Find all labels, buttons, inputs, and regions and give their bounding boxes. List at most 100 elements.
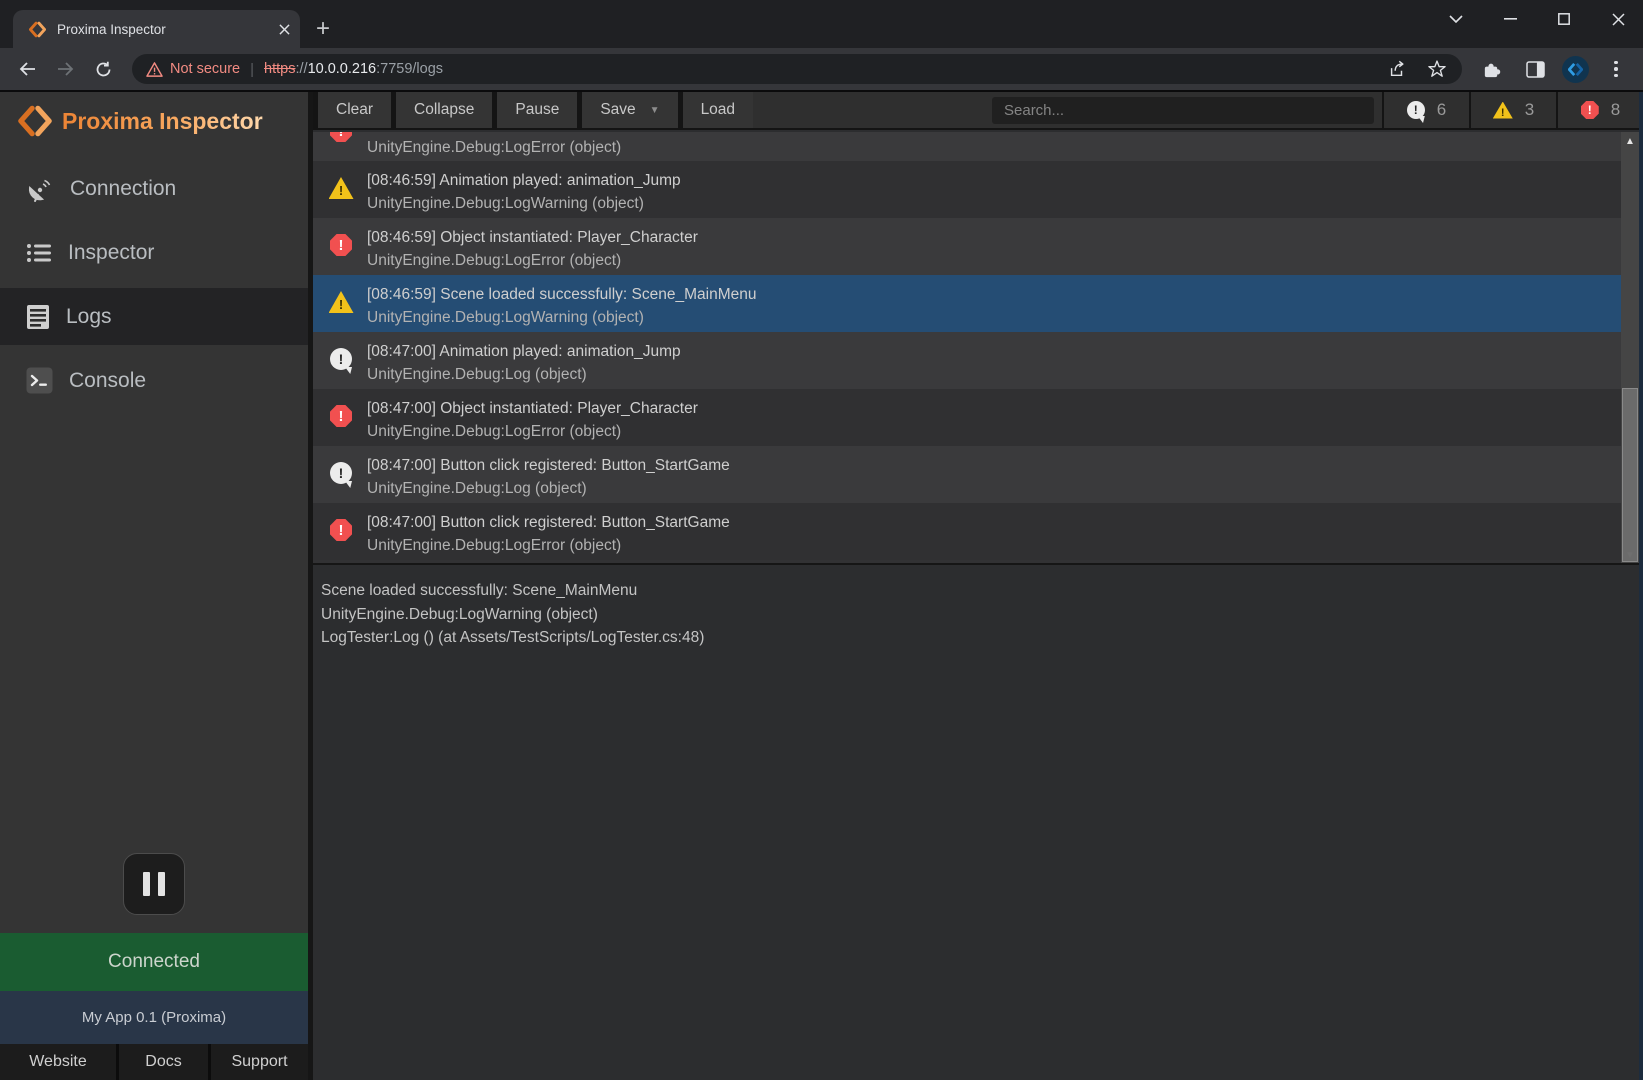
browser-tab[interactable]: Proxima Inspector xyxy=(13,10,300,48)
error-icon: ! xyxy=(1581,101,1599,119)
collapse-button[interactable]: Collapse xyxy=(396,92,492,128)
info-icon: ! xyxy=(1407,101,1425,119)
app-info-bar: My App 0.1 (Proxima) xyxy=(0,991,308,1044)
search-input[interactable] xyxy=(992,97,1374,124)
warning-icon: ! xyxy=(329,291,354,313)
tab-title: Proxima Inspector xyxy=(57,22,279,37)
logs-toolbar: Clear Collapse Pause Save▼ Load ! 6 ! 3 … xyxy=(313,92,1643,130)
toolbar-spacer xyxy=(753,92,992,128)
document-lines-icon xyxy=(26,304,50,330)
log-row[interactable]: ! UnityEngine.Debug:LogError (object) xyxy=(313,132,1643,161)
profile-avatar[interactable] xyxy=(1562,56,1589,83)
toolbar-button-group: Clear Collapse Pause Save▼ Load xyxy=(313,92,753,128)
reload-button[interactable] xyxy=(86,52,120,86)
url-field[interactable]: Not secure | https://10.0.0.216:7759/log… xyxy=(132,54,1462,84)
warning-icon: ! xyxy=(329,177,354,199)
error-count-badge[interactable]: ! 8 xyxy=(1556,92,1643,128)
detail-message: Scene loaded successfully: Scene_MainMen… xyxy=(321,579,1643,603)
log-count-badges: ! 6 ! 3 ! 8 xyxy=(1382,92,1643,128)
sidebar-item-logs[interactable]: Logs xyxy=(0,288,308,345)
sidebar-item-connection[interactable]: Connection xyxy=(0,160,308,217)
log-row[interactable]: ! [08:47:00] Animation played: animation… xyxy=(313,332,1643,389)
sidebar-item-console[interactable]: Console xyxy=(0,352,308,409)
log-row-selected[interactable]: ! [08:46:59] Scene loaded successfully: … xyxy=(313,275,1643,332)
list-icon xyxy=(26,242,52,264)
log-list: ! UnityEngine.Debug:LogError (object) ! … xyxy=(313,132,1643,565)
save-button[interactable]: Save▼ xyxy=(582,92,677,128)
sidebar-footer: Website Docs Support xyxy=(0,1044,308,1080)
error-icon: ! xyxy=(330,519,352,541)
tab-close-icon[interactable] xyxy=(279,24,290,35)
browser-menu-icon[interactable] xyxy=(1599,52,1633,86)
satellite-dish-icon xyxy=(26,175,54,203)
pause-button[interactable]: Pause xyxy=(497,92,577,128)
proxima-logo-icon xyxy=(18,104,52,138)
sidebar-item-label: Logs xyxy=(66,305,112,329)
proxima-favicon-icon xyxy=(29,21,46,38)
extensions-puzzle-icon[interactable] xyxy=(1474,52,1508,86)
page-right-edge xyxy=(1639,92,1643,1080)
tab-strip: Proxima Inspector + xyxy=(0,0,1643,48)
sidebar-item-inspector[interactable]: Inspector xyxy=(0,224,308,281)
error-icon: ! xyxy=(330,405,352,427)
footer-link-support[interactable]: Support xyxy=(211,1044,308,1080)
main-content: Clear Collapse Pause Save▼ Load ! 6 ! 3 … xyxy=(308,92,1643,1080)
not-secure-label: Not secure xyxy=(170,61,240,77)
sidebar-item-label: Console xyxy=(69,369,146,393)
footer-link-docs[interactable]: Docs xyxy=(119,1044,208,1080)
scrollbar-thumb[interactable] xyxy=(1622,388,1638,562)
url-host: 10.0.0.216 xyxy=(308,61,377,77)
back-button[interactable] xyxy=(10,52,44,86)
terminal-icon xyxy=(26,367,53,394)
log-row[interactable]: ! [08:46:59] Object instantiated: Player… xyxy=(313,218,1643,275)
log-scrollbar[interactable]: ▲ ▼ xyxy=(1621,132,1639,563)
footer-link-website[interactable]: Website xyxy=(0,1044,116,1080)
sidebar-item-label: Inspector xyxy=(68,241,154,265)
maximize-button[interactable] xyxy=(1547,2,1581,36)
close-window-button[interactable] xyxy=(1601,2,1635,36)
sidebar: Proxima Inspector Connection Inspector L… xyxy=(0,92,308,1080)
log-row[interactable]: ! [08:46:59] Animation played: animation… xyxy=(313,161,1643,218)
tab-search-chevron-icon[interactable] xyxy=(1439,2,1473,36)
pause-icon xyxy=(143,872,150,896)
bookmark-star-icon[interactable] xyxy=(1420,52,1454,86)
url-text: https://10.0.0.216:7759/logs xyxy=(264,61,1380,77)
log-row[interactable]: ! [08:47:00] Object instantiated: Player… xyxy=(313,389,1643,446)
url-divider: | xyxy=(250,61,254,78)
forward-button[interactable] xyxy=(48,52,82,86)
scroll-up-arrow-icon[interactable]: ▲ xyxy=(1621,136,1639,147)
app-title: Proxima Inspector xyxy=(62,108,263,135)
sidebar-item-label: Connection xyxy=(70,177,176,201)
log-detail-panel: Scene loaded successfully: Scene_MainMen… xyxy=(313,567,1643,1080)
pause-stream-button[interactable] xyxy=(123,853,185,915)
warning-icon: ! xyxy=(1493,102,1513,119)
warning-count: 3 xyxy=(1525,100,1534,120)
not-secure-warning-icon xyxy=(146,62,163,77)
log-row[interactable]: ! [08:47:00] Button click registered: Bu… xyxy=(313,503,1643,560)
share-icon[interactable] xyxy=(1380,52,1414,86)
pause-icon xyxy=(158,872,165,896)
log-row[interactable]: ! [08:47:00] Button click registered: Bu… xyxy=(313,446,1643,503)
minimize-button[interactable] xyxy=(1493,2,1527,36)
info-icon: ! xyxy=(330,348,352,370)
browser-chrome: Proxima Inspector + xyxy=(0,0,1643,92)
scroll-down-arrow-icon[interactable]: ▼ xyxy=(1621,550,1639,561)
detail-stack-line: UnityEngine.Debug:LogWarning (object) xyxy=(321,603,1643,627)
connection-status-badge: Connected xyxy=(0,933,308,991)
load-button[interactable]: Load xyxy=(683,92,753,128)
new-tab-button[interactable]: + xyxy=(308,14,338,44)
url-scheme: https xyxy=(264,61,295,77)
error-icon: ! xyxy=(330,132,352,142)
error-icon: ! xyxy=(330,234,352,256)
info-icon: ! xyxy=(330,462,352,484)
info-count: 6 xyxy=(1437,100,1446,120)
info-count-badge[interactable]: ! 6 xyxy=(1382,92,1469,128)
url-separator: :// xyxy=(295,61,307,77)
clear-button[interactable]: Clear xyxy=(318,92,391,128)
detail-stack-line: LogTester:Log () (at Assets/TestScripts/… xyxy=(321,626,1643,650)
chevron-down-icon[interactable]: ▼ xyxy=(650,105,660,116)
address-bar: Not secure | https://10.0.0.216:7759/log… xyxy=(0,48,1643,90)
side-panel-icon[interactable] xyxy=(1518,52,1552,86)
error-count: 8 xyxy=(1611,100,1620,120)
warning-count-badge[interactable]: ! 3 xyxy=(1469,92,1556,128)
